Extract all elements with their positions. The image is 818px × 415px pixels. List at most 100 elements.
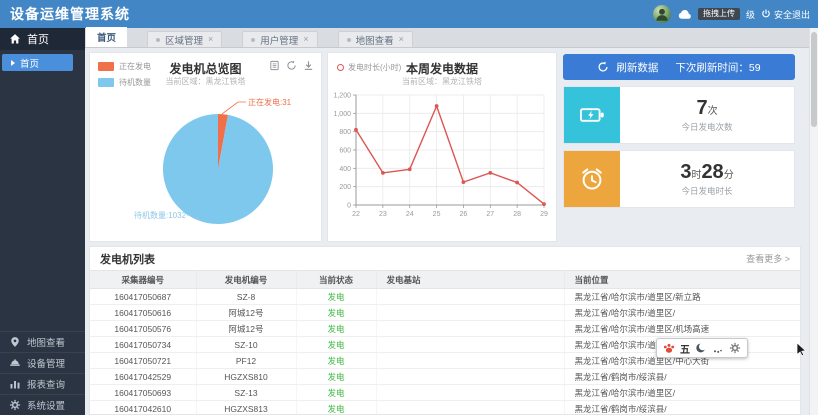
header-right: 拖拽上传 级 安全退出	[653, 5, 810, 23]
table-header-bar: 发电机列表 查看更多 >	[90, 247, 800, 270]
moon-icon[interactable]	[695, 342, 707, 354]
cell-value: 黑龙江省/哈尔滨市/道里区/	[575, 308, 676, 318]
gear-small-icon[interactable]	[729, 342, 741, 354]
map-pin-icon	[9, 336, 21, 348]
data-point[interactable]	[542, 202, 546, 206]
upload-tooltip: 拖拽上传	[698, 8, 740, 20]
device-hat-icon	[9, 357, 21, 369]
home-icon	[9, 33, 21, 45]
data-point[interactable]	[462, 180, 466, 184]
sidebar-item-device-hat[interactable]: 设备管理	[0, 352, 85, 373]
x-axis-tick-label: 25	[433, 211, 441, 218]
user-avatar[interactable]	[653, 5, 671, 23]
restore-glyph	[286, 60, 297, 71]
power-glyph-icon	[761, 9, 771, 19]
data-point[interactable]	[435, 104, 439, 108]
column-header[interactable]: 发电机编号	[196, 271, 296, 289]
restore-icon[interactable]	[286, 60, 297, 71]
tab-dot-icon	[156, 38, 160, 42]
stat-value-part: 次	[708, 106, 718, 117]
x-axis-tick-label: 27	[486, 211, 494, 218]
save-image-icon[interactable]	[303, 60, 314, 71]
dots-icon[interactable]	[712, 342, 724, 354]
sidebar-item-label: 系统设置	[27, 398, 65, 412]
dots-glyph	[712, 342, 724, 354]
moon-glyph	[695, 342, 707, 354]
cell-value: 160417050616	[114, 308, 171, 318]
cell-value: SZ-10	[234, 340, 257, 350]
stat-value: 7次	[696, 98, 717, 118]
cell-value: 黑龙江省/哈尔滨市/道里区/	[575, 388, 676, 398]
extension-text-button[interactable]: 五	[680, 341, 690, 356]
line-legend-label: 发电时长(小时)	[348, 62, 401, 73]
paw-icon[interactable]	[663, 342, 675, 354]
stat-icon-box	[564, 151, 620, 207]
power-icon	[761, 9, 771, 19]
tab-3[interactable]: 地图查看 ×	[338, 31, 413, 47]
view-more-link[interactable]: 查看更多 >	[746, 252, 790, 265]
tab-home[interactable]: 首页	[86, 27, 127, 47]
column-header[interactable]: 当前状态	[296, 271, 376, 289]
logout-button[interactable]: 安全退出	[761, 8, 810, 21]
data-point[interactable]	[354, 128, 358, 132]
pie-chart-panel: 正在发电待机数量 发电机总览图 当前区域：黑龙江铁塔 正在发电:31待机数量:1…	[89, 52, 322, 242]
tab-label: 地图查看	[356, 33, 394, 47]
stat-body: 3时28分今日发电时长	[620, 151, 794, 207]
stat-value-part: 3	[680, 161, 691, 183]
cell-value: SZ-8	[237, 292, 255, 302]
cell-value: HGZXS810	[224, 372, 267, 382]
data-view-icon[interactable]	[269, 60, 280, 71]
stat-value-part: 时	[691, 170, 701, 181]
close-icon[interactable]: ×	[399, 35, 404, 44]
label-leader-line	[222, 102, 246, 114]
data-point[interactable]	[488, 171, 492, 175]
pie-legend: 正在发电待机数量	[98, 61, 151, 93]
cloud-upload-icon	[677, 7, 692, 22]
table-row[interactable]: 160417042529HGZXS810发电黑龙江省/鹤岗市/绥滨县/	[90, 369, 801, 385]
table-row[interactable]: 160417050576阿城12号发电黑龙江省/哈尔滨市/道里区/机场高速	[90, 321, 801, 337]
data-point[interactable]	[381, 171, 385, 175]
extension-popup-toolbar: 五	[656, 338, 748, 358]
sidebar-item-home-active[interactable]: 首页	[2, 54, 73, 71]
stat-description: 今日发电次数	[681, 121, 732, 133]
close-icon[interactable]: ×	[208, 35, 213, 44]
x-axis-tick-label: 26	[460, 211, 468, 218]
column-header[interactable]: 采集器编号	[90, 271, 196, 289]
x-axis-tick-label: 29	[540, 211, 548, 218]
sidebar-group-home[interactable]: 首页	[0, 28, 85, 50]
refresh-icon	[597, 61, 609, 73]
table-row[interactable]: 160417050616阿城12号发电黑龙江省/哈尔滨市/道里区/	[90, 305, 801, 321]
tab-dot-icon	[347, 38, 351, 42]
data-point[interactable]	[515, 181, 519, 185]
column-header[interactable]: 当前位置	[564, 271, 801, 289]
upgrade-label-partial[interactable]: 级	[746, 8, 755, 21]
tab-2[interactable]: 用户管理×	[242, 31, 317, 47]
sidebar-item-map-pin[interactable]: 地图查看	[0, 331, 85, 352]
sidebar-item-bar-report[interactable]: 报表查询	[0, 373, 85, 394]
caret-right-icon	[11, 60, 15, 66]
legend-item[interactable]: 待机数量	[98, 77, 151, 88]
person-silhouette-icon	[653, 5, 671, 23]
table-row[interactable]: 160417050693SZ-13发电黑龙江省/哈尔滨市/道里区/	[90, 385, 801, 401]
x-axis-tick-label: 22	[352, 211, 360, 218]
table-row[interactable]: 160417050687SZ-8发电黑龙江省/哈尔滨市/道里区/新立路	[90, 289, 801, 305]
refresh-data-button[interactable]: 刷新数据 下次刷新时间：59	[563, 54, 795, 80]
app-title: 设备运维管理系统	[10, 4, 130, 24]
data-point[interactable]	[408, 167, 412, 171]
cell-value: 阿城12号	[229, 324, 264, 334]
cell-value: HGZXS813	[224, 404, 267, 414]
tab-1[interactable]: 区域管理×	[147, 31, 222, 47]
scrollbar-thumb[interactable]	[811, 32, 817, 127]
stat-value-part: 7	[696, 97, 707, 119]
close-icon[interactable]: ×	[303, 35, 308, 44]
tab-bar: 首页 区域管理× 用户管理× 地图查看 ×	[85, 28, 809, 48]
page-scrollbar[interactable]	[809, 28, 818, 415]
table-row[interactable]: 160417042610HGZXS813发电黑龙江省/鹤岗市/绥滨县/	[90, 401, 801, 415]
sidebar-item-label: 报表查询	[27, 377, 65, 391]
app-header: 设备运维管理系统 拖拽上传 级 安全退出	[0, 0, 818, 28]
column-header[interactable]: 发电基站	[376, 271, 564, 289]
upload-cloud-button[interactable]	[677, 7, 692, 22]
logout-label: 安全退出	[774, 8, 810, 21]
sidebar-item-gear[interactable]: 系统设置	[0, 394, 85, 415]
legend-item[interactable]: 正在发电	[98, 61, 151, 72]
